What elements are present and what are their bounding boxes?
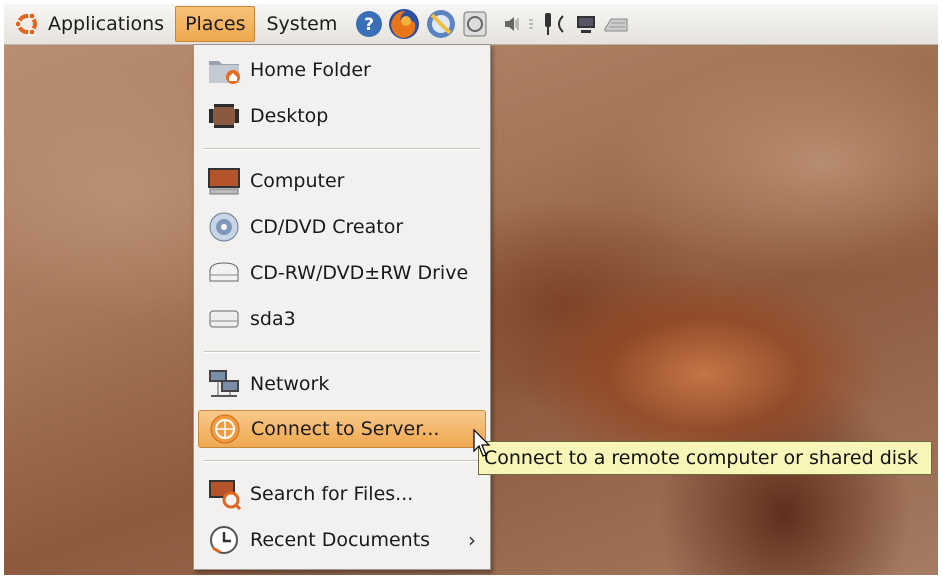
- menu-separator: [204, 148, 480, 150]
- keyboard-icon[interactable]: [603, 13, 629, 35]
- notification-tray: [503, 10, 629, 38]
- menu-item-label: Search for Files...: [250, 483, 414, 505]
- network-icon[interactable]: [541, 10, 569, 38]
- computer-icon: [206, 163, 242, 199]
- menu-item-home-folder[interactable]: Home Folder: [198, 51, 486, 89]
- hard-disk-icon: [206, 301, 242, 337]
- menu-item-recent-documents[interactable]: Recent Documents ›: [198, 521, 486, 559]
- cd-icon: [206, 209, 242, 245]
- menu-item-label: Desktop: [250, 105, 329, 127]
- tooltip-text: Connect to a remote computer or shared d…: [484, 447, 918, 469]
- top-panel: Applications Places System ?: [4, 4, 938, 45]
- menu-item-network[interactable]: Network: [198, 365, 486, 403]
- network-places-icon: [206, 366, 242, 402]
- recent-documents-icon: [206, 522, 242, 558]
- firefox-icon[interactable]: [387, 7, 421, 41]
- tooltip: Connect to a remote computer or shared d…: [478, 441, 932, 475]
- system-menu[interactable]: System: [257, 6, 346, 42]
- applications-menu-label: Applications: [48, 13, 165, 35]
- places-menu[interactable]: Places: [175, 6, 256, 42]
- menu-item-cd-dvd-creator[interactable]: CD/DVD Creator: [198, 208, 486, 246]
- applications-menu[interactable]: Applications: [4, 6, 173, 42]
- submenu-arrow-icon: ›: [468, 528, 476, 552]
- menu-item-label: CD-RW/DVD±RW Drive: [250, 262, 469, 284]
- menu-item-connect-to-server[interactable]: Connect to Server...: [198, 410, 486, 448]
- places-menu-label: Places: [185, 13, 246, 35]
- help-icon[interactable]: ?: [354, 9, 384, 39]
- menu-item-label: Computer: [250, 170, 345, 192]
- menu-item-sda3[interactable]: sda3: [198, 300, 486, 338]
- menu-separator: [204, 351, 480, 353]
- menu-item-optical-drive[interactable]: CD-RW/DVD±RW Drive: [198, 254, 486, 292]
- menu-item-label: sda3: [250, 308, 296, 330]
- desktop-icon: [206, 98, 242, 134]
- menu-item-label: Recent Documents: [250, 529, 431, 551]
- volume-icon[interactable]: [503, 15, 521, 33]
- menu-item-computer[interactable]: Computer: [198, 162, 486, 200]
- menu-item-label: Home Folder: [250, 59, 371, 81]
- ubuntu-logo-icon: [14, 12, 37, 36]
- menu-item-label: Network: [250, 373, 330, 395]
- mixer-icon[interactable]: [527, 15, 535, 33]
- system-menu-label: System: [266, 13, 338, 35]
- mail-icon[interactable]: [424, 7, 458, 41]
- connect-server-icon: [207, 411, 243, 447]
- display-icon[interactable]: [575, 13, 597, 35]
- search-files-icon: [206, 476, 242, 512]
- launcher-group: ?: [354, 7, 489, 41]
- svg-text:?: ?: [364, 15, 374, 35]
- home-folder-icon: [206, 52, 242, 88]
- menu-item-search-files[interactable]: Search for Files...: [198, 475, 486, 513]
- menu-item-desktop[interactable]: Desktop: [198, 97, 486, 135]
- mouse-cursor-icon: [473, 429, 491, 457]
- optical-drive-icon: [206, 255, 242, 291]
- menu-separator: [204, 460, 480, 462]
- screen-frame: Applications Places System ? Home Folder…: [4, 4, 938, 575]
- system-monitor-icon[interactable]: [461, 9, 489, 39]
- places-dropdown-menu: Home Folder Desktop Computer CD/DVD Crea…: [193, 44, 491, 570]
- menu-item-label: Connect to Server...: [251, 418, 440, 440]
- menu-item-label: CD/DVD Creator: [250, 216, 404, 238]
